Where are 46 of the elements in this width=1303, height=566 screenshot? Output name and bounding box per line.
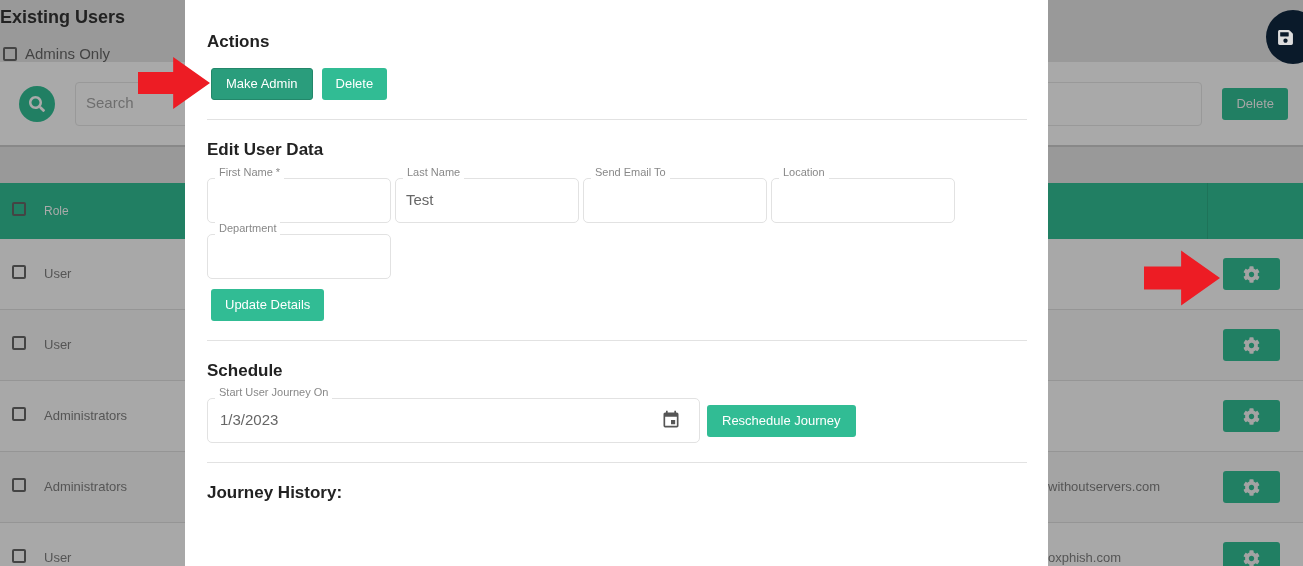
checkbox-label: Admins Only bbox=[25, 44, 111, 64]
reschedule-button[interactable]: Reschedule Journey bbox=[707, 404, 856, 437]
section-heading: Schedule bbox=[207, 360, 284, 382]
action-button[interactable]: Delete bbox=[321, 67, 388, 100]
delete-button[interactable]: Delete bbox=[1222, 87, 1288, 120]
section-heading: Edit User Data bbox=[207, 138, 325, 161]
table-cell-text: User bbox=[44, 336, 73, 355]
checkbox[interactable] bbox=[12, 265, 26, 279]
section-heading: Actions bbox=[207, 31, 271, 53]
arrow-icon bbox=[1144, 250, 1220, 306]
save-icon bbox=[1276, 28, 1294, 46]
table-cell-text: Administrators bbox=[44, 407, 129, 426]
settings-button[interactable] bbox=[1223, 329, 1280, 361]
table-cell-text: User bbox=[44, 549, 73, 566]
page-title: Existing Users bbox=[0, 6, 127, 29]
field-label: Department bbox=[215, 220, 281, 237]
settings-icon bbox=[1243, 336, 1260, 354]
table-cell-text: User bbox=[44, 265, 73, 284]
column-header: Role bbox=[44, 203, 69, 220]
input-field[interactable] bbox=[771, 178, 955, 223]
settings-icon bbox=[1243, 549, 1260, 566]
input-field[interactable] bbox=[207, 234, 391, 279]
checkbox[interactable] bbox=[12, 549, 26, 563]
settings-icon bbox=[1243, 265, 1260, 283]
date-field[interactable]: 1/3/2023 bbox=[207, 397, 700, 443]
checkbox[interactable] bbox=[12, 478, 26, 492]
settings-icon bbox=[1243, 407, 1260, 425]
action-button[interactable]: Make Admin bbox=[211, 67, 313, 100]
section-heading: Journey History: bbox=[207, 481, 344, 504]
settings-button[interactable] bbox=[1223, 258, 1280, 290]
checkbox[interactable] bbox=[12, 336, 26, 350]
input-field[interactable]: Test bbox=[395, 178, 579, 223]
table-cell-text: oxphish.com bbox=[1048, 549, 1121, 566]
search-icon bbox=[29, 95, 45, 112]
settings-button[interactable] bbox=[1223, 542, 1280, 566]
table-cell-text: withoutservers.com bbox=[1048, 478, 1160, 497]
settings-icon bbox=[1243, 478, 1260, 496]
settings-button[interactable] bbox=[1223, 471, 1280, 503]
input-field[interactable] bbox=[583, 178, 767, 223]
update-details-button[interactable]: Update Details bbox=[211, 289, 325, 321]
search-button[interactable] bbox=[19, 85, 55, 122]
checkbox[interactable] bbox=[12, 407, 26, 421]
settings-button[interactable] bbox=[1223, 400, 1280, 432]
table-cell-text: Administrators bbox=[44, 478, 129, 497]
checkbox[interactable] bbox=[12, 202, 26, 216]
calendar-icon bbox=[661, 410, 681, 430]
